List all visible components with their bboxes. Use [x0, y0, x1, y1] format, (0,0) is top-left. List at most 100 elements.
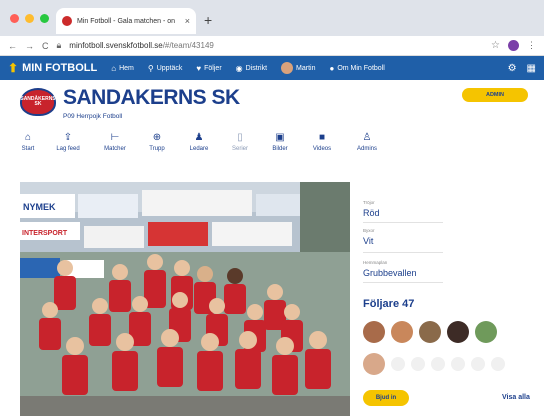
team-info-sidebar: Tröjor Röd Byxor Vit Hemmaplan Grubbeval… — [360, 182, 544, 416]
calendar-icon[interactable]: ▦ — [527, 63, 536, 74]
admin-button[interactable]: ADMIN — [462, 88, 528, 102]
team-header: SANDÅKERNS SK SANDAKERNS SK P09 Herrpojk… — [0, 80, 544, 130]
placeholder-avatar — [451, 357, 465, 371]
nav-item-label: Martin — [296, 64, 316, 72]
videos-icon: ■ — [318, 132, 326, 143]
nav-item-label: Distrikt — [245, 64, 268, 72]
followers-title: Följare 47 — [363, 298, 415, 310]
invite-button[interactable]: Bjud in — [363, 390, 409, 406]
divider — [363, 282, 443, 283]
shorts-value: Vit — [363, 236, 374, 246]
minimize-window-button[interactable] — [25, 14, 34, 23]
home-ground-value: Grubbevallen — [363, 268, 417, 278]
placeholder-avatar — [391, 357, 405, 371]
url-path: /#/team/43149 — [162, 41, 214, 50]
leaders-icon: ♟ — [194, 132, 204, 143]
follower-avatar[interactable] — [475, 321, 497, 343]
tab-label: Videos — [312, 146, 332, 152]
url-host: minfotboll.svenskfotboll.se — [69, 41, 163, 50]
team-name: SANDAKERNS SK — [63, 86, 240, 109]
tab-admins[interactable]: ♙ Admins — [347, 132, 387, 153]
nav-item-label: Om Min Fotboll — [337, 64, 385, 72]
browser-menu-icon[interactable]: ⋮ — [527, 40, 536, 51]
follower-avatar[interactable] — [391, 321, 413, 343]
reload-icon[interactable]: C — [42, 41, 49, 51]
nav-item-distrikt[interactable]: ◉ Distrikt — [236, 64, 267, 73]
site-navbar: ⬆ MIN FOTBOLL ⌂ Hem ⚲ Upptäck ♥ Följer ◉… — [0, 56, 544, 80]
profile-avatar-icon[interactable] — [508, 40, 519, 51]
min-fotboll-logo[interactable]: ⬆ MIN FOTBOLL — [8, 61, 97, 75]
tab-label: Lag feed — [56, 146, 80, 152]
squad-icon: ⊕ — [152, 132, 162, 143]
browser-tab[interactable]: Min Fotboll - Gala matchen - on × — [56, 8, 196, 34]
divider — [363, 222, 443, 223]
bookmark-star-icon[interactable]: ☆ — [491, 40, 500, 51]
follower-avatars — [363, 321, 497, 343]
nav-item-label: Hem — [119, 64, 134, 72]
tab-label: Bilder — [272, 146, 288, 152]
feed-icon: ⇪ — [63, 132, 73, 143]
browser-tab-title: Min Fotboll - Gala matchen - on — [77, 17, 176, 25]
tab-videos[interactable]: ■ Videos — [302, 132, 342, 153]
team-tabs: ⌂ Start ⇪ Lag feed ⊢ Matcher ⊕ Trupp ♟ L… — [0, 133, 400, 159]
new-tab-button[interactable]: + — [204, 12, 212, 28]
search-icon: ⚲ — [147, 63, 154, 73]
info-icon: ● — [329, 63, 335, 73]
follower-avatar[interactable] — [363, 353, 385, 375]
nav-item-upptack[interactable]: ⚲ Upptäck — [148, 64, 183, 73]
team-photo: NYMEK INTERSPORT — [20, 182, 350, 416]
back-icon[interactable]: ← — [8, 41, 17, 51]
team-subtitle: P09 Herrpojk Fotboll — [63, 113, 123, 120]
address-bar[interactable]: minfotboll.svenskfotboll.se/#/team/43149 — [69, 41, 483, 50]
close-tab-icon[interactable]: × — [185, 16, 190, 26]
close-window-button[interactable] — [10, 14, 19, 23]
photos-icon: ▣ — [275, 132, 285, 143]
tab-lag-feed[interactable]: ⇪ Lag feed — [48, 132, 88, 153]
favicon-icon — [62, 16, 72, 26]
tab-label: Serier — [231, 146, 248, 152]
nav-item-user[interactable]: Martin — [281, 62, 315, 74]
tab-serier[interactable]: ▯ Serier — [220, 132, 260, 153]
nav-item-about[interactable]: ● Om Min Fotboll — [329, 64, 384, 73]
jersey-value: Röd — [363, 208, 380, 218]
jersey-label: Tröjor — [363, 200, 375, 205]
tab-label: Start — [21, 146, 35, 152]
banner-intersport: INTERSPORT — [22, 230, 68, 237]
team-photo-illustration: NYMEK INTERSPORT — [20, 182, 350, 416]
tab-label: Trupp — [149, 146, 165, 152]
follower-avatar[interactable] — [447, 321, 469, 343]
admins-icon: ♙ — [362, 132, 372, 143]
follower-avatar[interactable] — [419, 321, 441, 343]
home-icon: ⌂ — [24, 132, 32, 143]
settings-icon[interactable]: ⚙ — [508, 63, 517, 74]
tab-bilder[interactable]: ▣ Bilder — [260, 132, 300, 153]
banner-nymek: NYMEK — [23, 202, 56, 212]
maximize-window-button[interactable] — [40, 14, 49, 23]
tab-label: Matcher — [104, 146, 126, 152]
team-crest-logo: SANDÅKERNS SK — [20, 88, 56, 116]
address-bar-row: ← → C 🔒︎ minfotboll.svenskfotboll.se/#/t… — [0, 36, 544, 56]
series-icon: ▯ — [237, 132, 243, 143]
home-ground-label: Hemmaplan — [363, 260, 388, 265]
matches-icon: ⊢ — [110, 132, 120, 143]
tab-start[interactable]: ⌂ Start — [8, 132, 48, 153]
placeholder-avatar — [471, 357, 485, 371]
forward-icon[interactable]: → — [25, 41, 34, 51]
heart-icon: ♥ — [196, 63, 202, 73]
window-controls — [10, 14, 49, 23]
nav-item-label: Följer — [204, 64, 222, 72]
tab-matcher[interactable]: ⊢ Matcher — [95, 132, 135, 153]
nav-item-hem[interactable]: ⌂ Hem — [111, 64, 134, 73]
navbar-actions: ⚙ ▦ — [508, 63, 536, 74]
follower-avatars-row-2 — [363, 353, 505, 375]
nav-item-label: Upptäck — [156, 64, 183, 72]
home-icon: ⌂ — [111, 63, 117, 73]
tab-trupp[interactable]: ⊕ Trupp — [137, 132, 177, 153]
placeholder-avatar — [431, 357, 445, 371]
follower-avatar[interactable] — [363, 321, 385, 343]
nav-item-foljer[interactable]: ♥ Följer — [196, 64, 221, 73]
tab-label: Admins — [356, 146, 377, 152]
placeholder-avatar — [411, 357, 425, 371]
tab-ledare[interactable]: ♟ Ledare — [179, 132, 219, 153]
view-all-followers-link[interactable]: Visa alla — [502, 394, 530, 401]
